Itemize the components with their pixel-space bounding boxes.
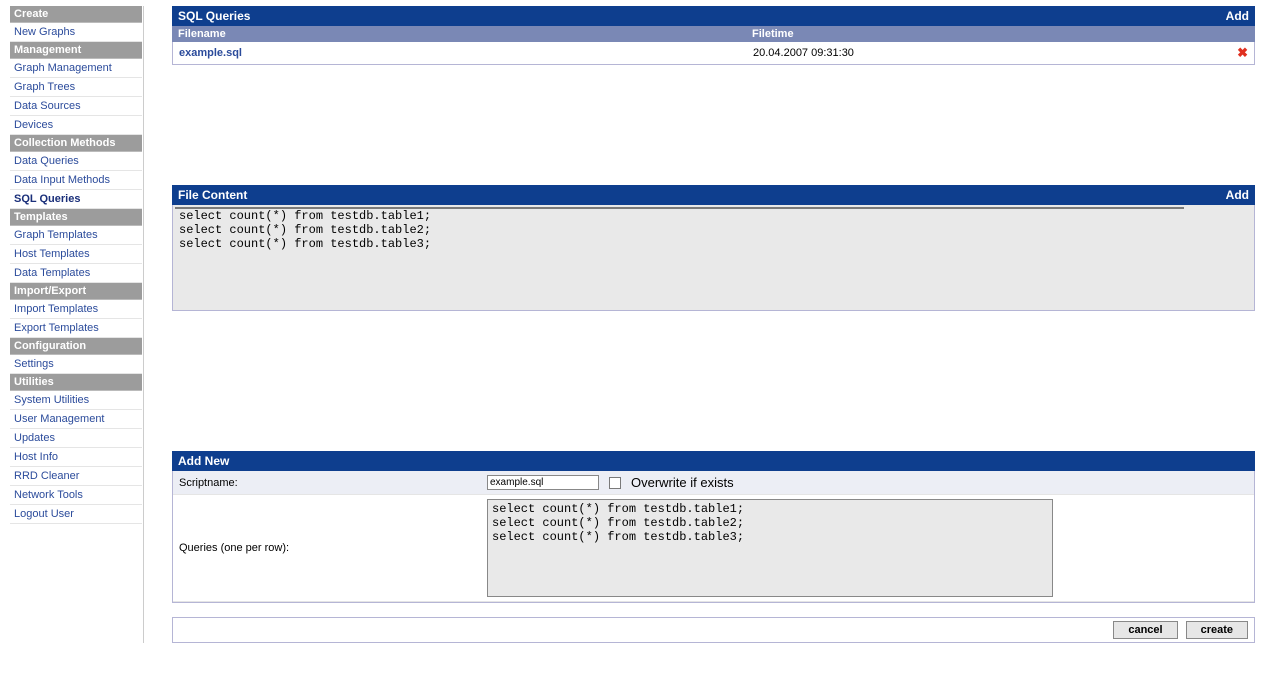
form-row-scriptname: Scriptname: Overwrite if exists (173, 471, 1254, 495)
side-header-management: Management (10, 42, 142, 59)
side-item-rrd-cleaner[interactable]: RRD Cleaner (10, 467, 142, 486)
sql-queries-table-head: Filename Filetime (172, 26, 1255, 42)
side-item-host-info[interactable]: Host Info (10, 448, 142, 467)
scriptname-input[interactable] (487, 475, 599, 490)
button-row: cancel create (172, 617, 1255, 643)
sql-queries-title: SQL Queries (178, 9, 250, 23)
side-item-settings[interactable]: Settings (10, 355, 142, 374)
side-item-network-tools[interactable]: Network Tools (10, 486, 142, 505)
side-item-data-templates[interactable]: Data Templates (10, 264, 142, 283)
overwrite-label: Overwrite if exists (631, 475, 734, 490)
queries-label: Queries (one per row): (173, 538, 481, 558)
file-content-header: File Content Add (172, 185, 1255, 205)
delete-icon[interactable]: ✖ (1224, 45, 1248, 61)
side-header-templates: Templates (10, 209, 142, 226)
row-filename[interactable]: example.sql (179, 47, 753, 59)
side-item-user-management[interactable]: User Management (10, 410, 142, 429)
side-item-graph-trees[interactable]: Graph Trees (10, 78, 142, 97)
side-item-import-templates[interactable]: Import Templates (10, 300, 142, 319)
side-item-export-templates[interactable]: Export Templates (10, 319, 142, 338)
side-header-create: Create (10, 6, 142, 23)
sidebar: Create New Graphs Management Graph Manag… (10, 6, 144, 643)
side-item-devices[interactable]: Devices (10, 116, 142, 135)
col-filetime-header: Filetime (752, 28, 1225, 40)
side-item-data-sources[interactable]: Data Sources (10, 97, 142, 116)
side-item-updates[interactable]: Updates (10, 429, 142, 448)
cancel-button[interactable]: cancel (1113, 621, 1177, 639)
side-item-new-graphs[interactable]: New Graphs (10, 23, 142, 42)
col-filename-header: Filename (178, 28, 752, 40)
table-row: example.sql 20.04.2007 09:31:30 ✖ (172, 42, 1255, 65)
side-header-configuration: Configuration (10, 338, 142, 355)
form-row-queries: Queries (one per row): (173, 495, 1254, 602)
side-item-data-input-methods[interactable]: Data Input Methods (10, 171, 142, 190)
side-item-host-templates[interactable]: Host Templates (10, 245, 142, 264)
file-content-title: File Content (178, 188, 247, 202)
sql-queries-add-link[interactable]: Add (1226, 9, 1249, 23)
side-item-sql-queries[interactable]: SQL Queries (10, 190, 142, 209)
side-header-utilities: Utilities (10, 374, 142, 391)
overwrite-checkbox[interactable] (609, 477, 621, 489)
add-new-title: Add New (178, 454, 229, 468)
side-header-collection-methods: Collection Methods (10, 135, 142, 152)
queries-textarea[interactable] (487, 499, 1053, 597)
side-item-graph-management[interactable]: Graph Management (10, 59, 142, 78)
add-new-form: Scriptname: Overwrite if exists Queries … (172, 471, 1255, 603)
create-button[interactable]: create (1186, 621, 1248, 639)
side-item-data-queries[interactable]: Data Queries (10, 152, 142, 171)
row-filetime: 20.04.2007 09:31:30 (753, 47, 1224, 59)
scriptname-label: Scriptname: (173, 473, 481, 493)
sql-queries-header: SQL Queries Add (172, 6, 1255, 26)
side-header-import-export: Import/Export (10, 283, 142, 300)
side-item-system-utilities[interactable]: System Utilities (10, 391, 142, 410)
file-content-box: select count(*) from testdb.table1; sele… (172, 205, 1255, 311)
file-content-add-link[interactable]: Add (1226, 188, 1249, 202)
side-item-logout-user[interactable]: Logout User (10, 505, 142, 524)
side-item-graph-templates[interactable]: Graph Templates (10, 226, 142, 245)
add-new-header: Add New (172, 451, 1255, 471)
main-content: SQL Queries Add Filename Filetime exampl… (172, 6, 1255, 643)
